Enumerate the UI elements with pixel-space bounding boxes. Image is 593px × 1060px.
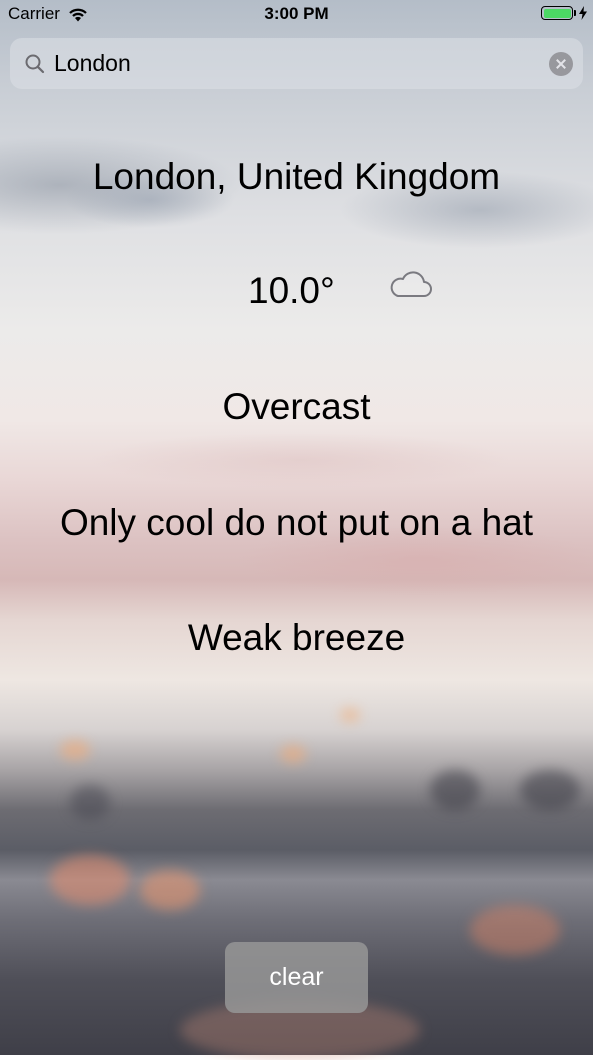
wind-label: Weak breeze <box>187 617 406 658</box>
advice-label: Only cool do not put on a hat <box>59 502 534 543</box>
battery-charging-icon <box>541 6 587 20</box>
cloud-icon <box>390 271 432 297</box>
search-bar[interactable] <box>10 38 583 89</box>
bolt-icon <box>579 6 587 20</box>
clear-circle-icon[interactable] <box>549 52 573 76</box>
bokeh-light <box>140 870 200 910</box>
bokeh-light <box>340 708 360 722</box>
status-bar: Carrier 3:00 PM <box>0 0 593 28</box>
condition-label: Overcast <box>222 386 371 427</box>
temperature-value: 10.0° <box>248 270 335 311</box>
bokeh-light <box>470 905 560 955</box>
search-icon <box>25 54 45 74</box>
status-time: 3:00 PM <box>264 4 329 23</box>
battery-fill <box>543 8 571 18</box>
battery-cap <box>574 10 576 16</box>
search-input[interactable] <box>54 38 534 89</box>
bokeh-light <box>280 745 306 763</box>
battery-body <box>541 6 573 20</box>
bokeh-light <box>430 770 480 810</box>
bokeh-light <box>70 785 110 820</box>
clear-button[interactable]: clear <box>225 942 368 1013</box>
bokeh-light <box>50 855 130 905</box>
bokeh-light <box>520 770 580 810</box>
bokeh-light <box>60 740 90 760</box>
location-label: London, United Kingdom <box>92 156 501 197</box>
